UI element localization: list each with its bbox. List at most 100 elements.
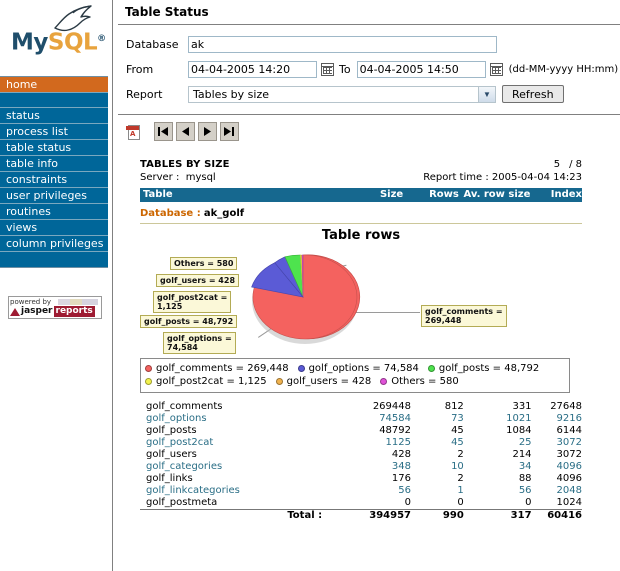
pie-chart: Table rows Others = 580 golf_users = 428… [140,226,582,354]
table-row: golf_posts 48792 45 1084 6144 [140,425,582,437]
sidebar-item-user-privileges[interactable]: user privileges [0,188,108,204]
callout-golf-posts: golf_posts = 48,792 [140,315,238,328]
chevron-down-icon[interactable]: ▼ [478,86,495,102]
legend-swatch [297,365,305,372]
legend-swatch [145,378,152,385]
jasperreports-wordmark: jasper reports [10,306,100,317]
next-page-button[interactable] [198,122,217,141]
database-group-label: Database : [140,208,201,219]
callout-others: Others = 580 [170,257,238,270]
cell-index-size: 3072 [556,437,582,448]
cell-index-size: 4096 [556,461,582,472]
cell-rows: 0 [457,497,464,508]
database-group-header: Database : ak_golf [140,208,582,224]
report-select[interactable]: Tables by size ▼ [188,85,496,103]
sidebar: MySQL® home status process list table st… [0,0,112,571]
cell-table-name: golf_users [146,449,197,460]
column-header-size: Size [379,189,404,200]
cell-index-size: 2048 [556,485,582,496]
table-row: golf_categories 348 10 34 4096 [140,461,582,473]
report-time-label: Report time : [423,172,489,183]
cell-table-name: golf_posts [146,425,197,436]
sidebar-item-label: routines [6,205,51,218]
last-page-button[interactable] [220,122,239,141]
table-row: golf_links 176 2 88 4096 [140,473,582,485]
pdf-export-icon[interactable]: A [126,124,140,140]
cell-avg-row-size: 214 [512,449,532,460]
cell-size: 1125 [385,437,411,448]
cell-avg-row-size: 1084 [506,425,532,436]
cell-rows: 1 [457,485,464,496]
sidebar-item-process-list[interactable]: process list [0,124,108,140]
chart-title: Table rows [321,228,401,243]
sidebar-item-routines[interactable]: routines [0,204,108,220]
previous-page-button[interactable] [176,122,195,141]
sidebar-item-table-status[interactable]: table status [0,140,108,156]
cell-index-size: 27648 [550,401,582,412]
callout-golf-post2cat: golf_post2cat = 1,125 [153,291,232,313]
cell-table-name: golf_options [146,413,207,424]
cell-rows: 45 [451,437,464,448]
sidebar-item-label: table info [6,157,58,170]
total-size: 394957 [338,509,411,522]
report-label: Report [126,87,163,101]
total-index-size: 60416 [531,509,582,522]
powered-by-label: powered by [10,298,52,306]
cell-rows: 73 [451,413,464,424]
report-title: TABLES BY SIZE [140,159,230,170]
table-row: golf_users 428 2 214 3072 [140,449,582,461]
database-row: Database [118,33,620,55]
pie-graphic [251,254,361,344]
sidebar-item-views[interactable]: views [0,220,108,236]
logo-sql: SQL [47,29,98,56]
table-row: golf_postmeta 0 0 0 1024 [140,497,582,510]
total-label: Total : [140,509,339,522]
sidebar-item-column-privileges[interactable]: column privileges [0,236,108,252]
report-header: TABLES BY SIZE Server : mysql 5 / 8 Repor… [140,159,582,183]
callout-golf-users: golf_users = 428 [156,274,240,287]
legend-swatch [380,378,388,385]
cell-avg-row-size: 56 [518,485,532,496]
to-calendar-icon[interactable] [489,62,503,76]
date-format-hint: (dd-MM-yyyy HH:mm) [508,63,619,75]
mysql-wordmark: MySQL® [11,28,106,55]
legend-item-golf-users: golf_users = 428 [275,376,372,387]
cell-avg-row-size: 331 [512,401,532,412]
sidebar-item-label: user privileges [6,189,87,202]
logo-registered: ® [97,34,106,44]
report-toolbar: A [118,115,620,149]
sidebar-item-constraints[interactable]: constraints [0,172,108,188]
table-total-row: Total : 394957 990 317 60416 [140,509,582,522]
sidebar-item-table-info[interactable]: table info [0,156,108,172]
sidebar-item-label: home [6,78,38,91]
cell-table-name: golf_post2cat [146,437,214,448]
from-calendar-icon[interactable] [321,62,334,76]
column-header-table: Table [143,189,173,200]
database-input[interactable] [188,35,497,53]
legend-label: golf_users = 428 [286,376,372,387]
sidebar-item-status[interactable]: status [0,108,108,124]
cell-index-size: 3072 [556,449,582,460]
legend-swatch [275,378,283,385]
page-title: Table Status [125,5,209,19]
report-time: Report time : 2005-04-04 14:23 [423,172,582,183]
refresh-button[interactable]: Refresh [502,85,564,103]
cell-size: 176 [391,473,411,484]
table-column-headers: Table Size Rows Av. row size Index size [140,188,582,214]
from-label: From [126,62,154,76]
table-row: golf_linkcategories 56 1 56 2048 [140,485,582,497]
to-date-input[interactable] [356,60,486,78]
cell-index-size: 4096 [556,473,582,484]
legend-item-golf-options: golf_options = 74,584 [297,363,419,374]
legend-swatch [427,365,435,372]
legend-label: Others = 580 [391,376,459,387]
sidebar-item-label: table status [6,141,72,154]
legend-item-others: Others = 580 [380,376,459,387]
sidebar-item-home[interactable]: home [0,77,108,93]
legend-swatch [145,365,152,372]
logo-my: My [11,29,48,56]
first-page-button[interactable] [154,122,173,141]
jasper-triangle-icon [10,307,20,316]
from-date-input[interactable] [188,60,317,78]
cell-avg-row-size: 1021 [506,413,532,424]
